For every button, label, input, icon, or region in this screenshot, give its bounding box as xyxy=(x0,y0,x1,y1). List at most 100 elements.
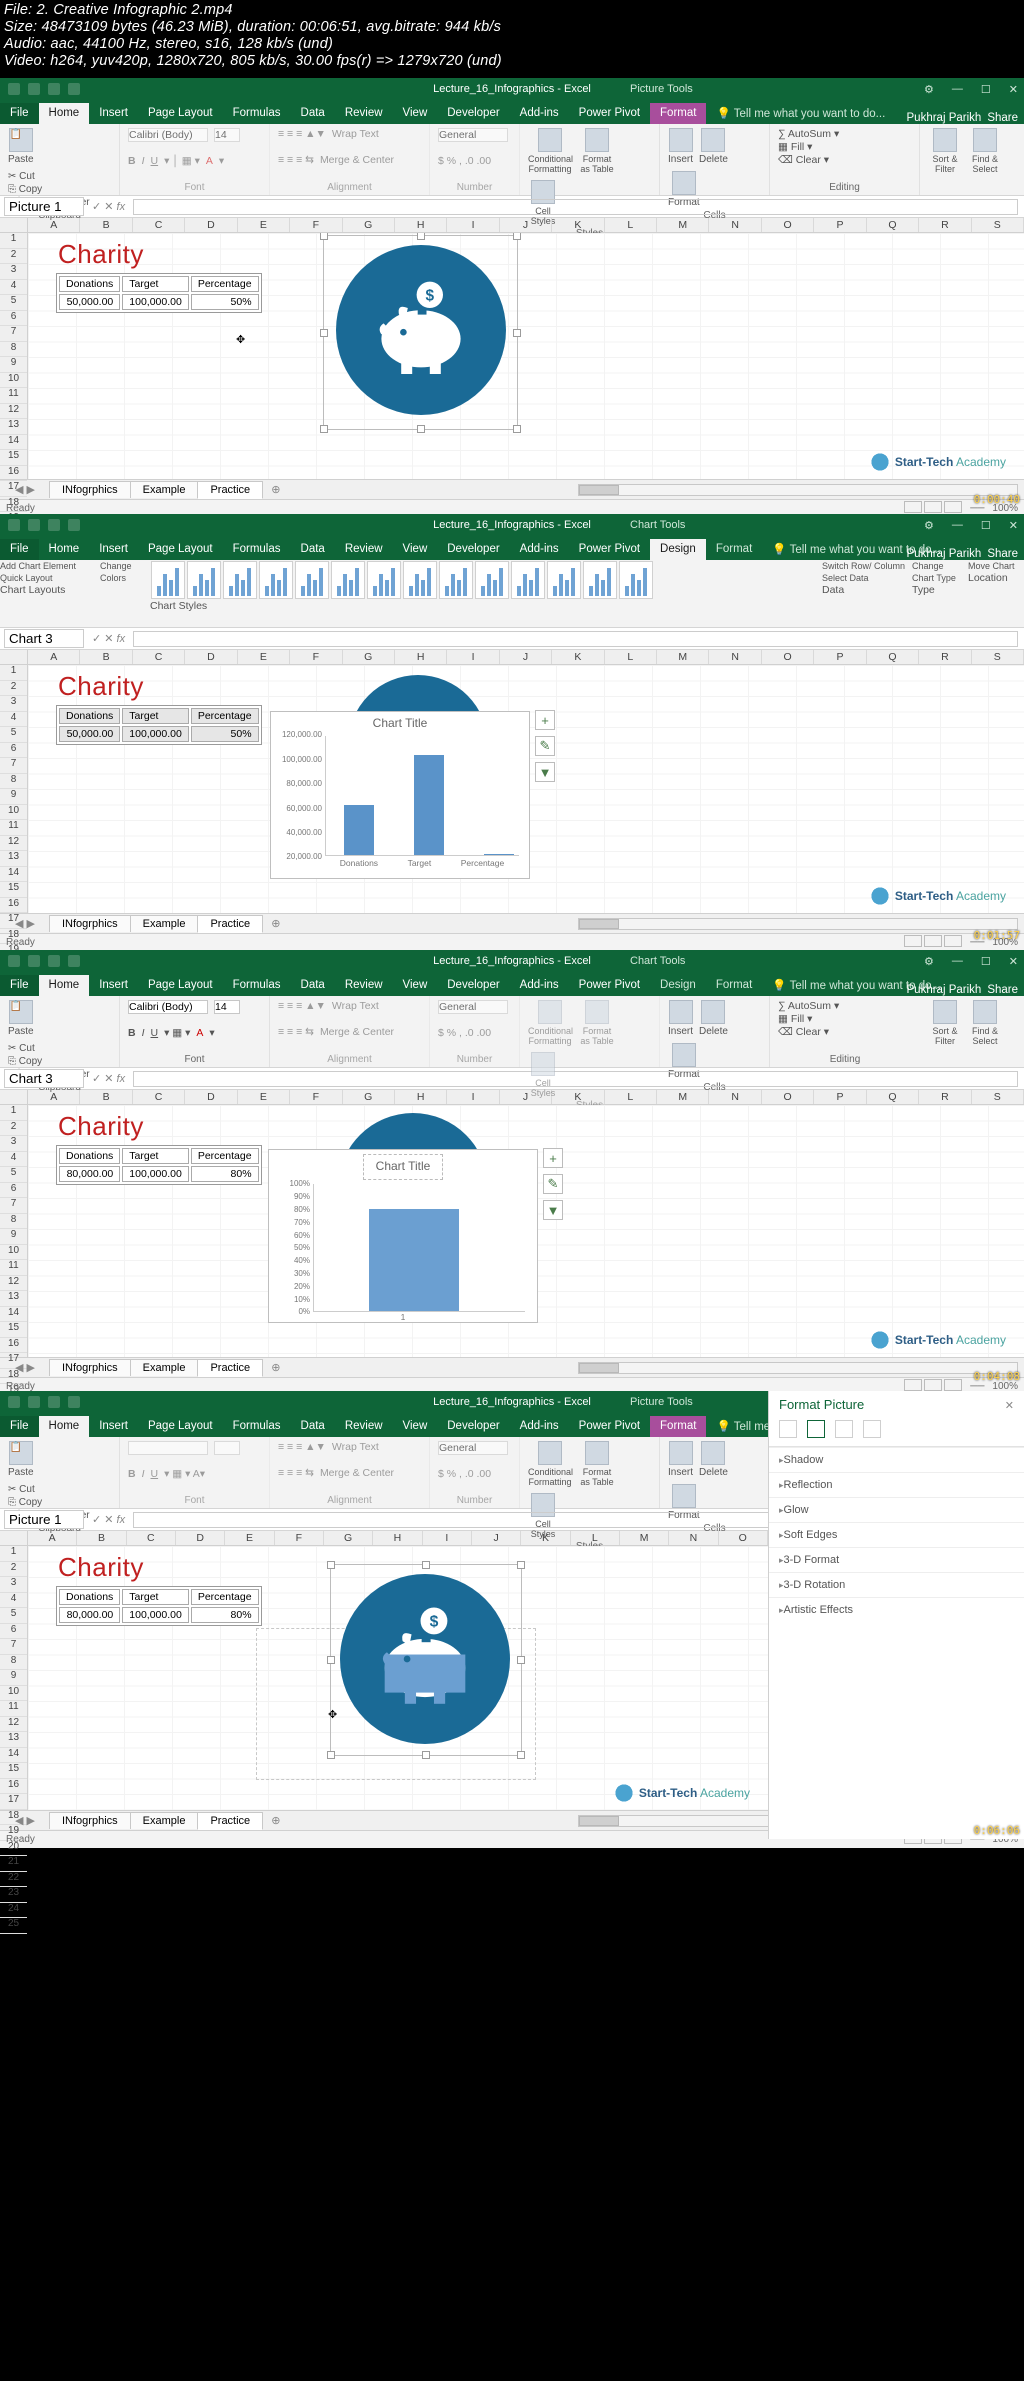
column-header[interactable]: L xyxy=(605,218,657,232)
quick-access-toolbar[interactable] xyxy=(0,83,80,95)
format-option[interactable]: Shadow xyxy=(769,1447,1024,1472)
column-header[interactable]: A xyxy=(28,1531,77,1545)
insert-cells-button[interactable]: Insert xyxy=(668,128,693,165)
row-header[interactable]: 8 xyxy=(0,1655,27,1671)
tab-design[interactable]: Design xyxy=(650,539,706,560)
format-option[interactable]: Soft Edges xyxy=(769,1522,1024,1547)
column-header[interactable]: I xyxy=(447,1090,499,1104)
delete-cells-button[interactable]: Delete xyxy=(699,128,728,165)
column-header[interactable]: I xyxy=(447,650,499,664)
chart-styles-button[interactable]: ✎ xyxy=(535,736,555,756)
column-header[interactable]: A xyxy=(28,650,80,664)
column-header[interactable]: E xyxy=(238,1090,290,1104)
row-header[interactable]: 7 xyxy=(0,1639,27,1655)
chart-style-thumb[interactable] xyxy=(475,561,509,599)
chart-style-thumb[interactable] xyxy=(583,561,617,599)
column-header[interactable]: B xyxy=(80,218,132,232)
number-format-select[interactable] xyxy=(438,128,508,142)
column-header[interactable]: J xyxy=(500,650,552,664)
spreadsheet-canvas[interactable]: Charity DonationsTargetPercentage 50,000… xyxy=(28,233,1024,479)
column-header[interactable]: M xyxy=(657,218,709,232)
row-header[interactable]: 15 xyxy=(0,882,27,898)
row-header[interactable]: 1 xyxy=(0,233,27,249)
row-header[interactable]: 4 xyxy=(0,1152,27,1168)
tab-addins[interactable]: Add-ins xyxy=(510,103,569,124)
column-header[interactable]: J xyxy=(500,218,552,232)
spreadsheet-canvas[interactable]: Charity DonationsTargetPercentage 50,000… xyxy=(28,665,1024,913)
window-controls[interactable]: ⚙—☐✕ xyxy=(924,519,1018,532)
conditional-formatting-button[interactable]: Conditional Formatting xyxy=(528,128,572,174)
row-header[interactable]: 5 xyxy=(0,1608,27,1624)
sheet-tab-infographics[interactable]: INfogrphics xyxy=(49,481,131,498)
font-family-select[interactable] xyxy=(128,128,208,142)
cut-button[interactable]: ✂ Cut xyxy=(8,171,90,182)
chart-style-thumb[interactable] xyxy=(295,561,329,599)
tab-home[interactable]: Home xyxy=(39,103,90,124)
chart-style-thumb[interactable] xyxy=(619,561,653,599)
row-header[interactable]: 15 xyxy=(0,1322,27,1338)
find-select-button[interactable]: Find & Select xyxy=(968,128,1002,174)
row-headers[interactable]: 1234567891011121314151617181920212223 xyxy=(0,233,28,479)
row-header[interactable]: 13 xyxy=(0,1291,27,1307)
data-table[interactable]: DonationsTargetPercentage 50,000.00100,0… xyxy=(56,705,262,745)
column-header[interactable]: D xyxy=(185,1090,237,1104)
column-header[interactable]: M xyxy=(620,1531,669,1545)
merge-center-button[interactable]: Merge & Center xyxy=(320,154,394,166)
share-button[interactable]: Share xyxy=(987,112,1018,124)
row-header[interactable]: 10 xyxy=(0,373,27,389)
row-header[interactable]: 3 xyxy=(0,1577,27,1593)
tab-formulas[interactable]: Formulas xyxy=(223,103,291,124)
column-header[interactable]: Q xyxy=(867,650,919,664)
row-header[interactable]: 12 xyxy=(0,836,27,852)
picture-icon[interactable] xyxy=(863,1420,881,1438)
column-header[interactable]: H xyxy=(395,650,447,664)
row-header[interactable]: 7 xyxy=(0,326,27,342)
chart-style-thumb[interactable] xyxy=(259,561,293,599)
row-header[interactable]: 2 xyxy=(0,1562,27,1578)
row-header[interactable]: 4 xyxy=(0,1593,27,1609)
window-controls[interactable]: ⚙—☐✕ xyxy=(924,83,1018,96)
column-header[interactable]: N xyxy=(669,1531,718,1545)
change-chart-type-button[interactable]: Change Chart Type xyxy=(912,560,968,584)
sheet-tab-practice[interactable]: Practice xyxy=(197,481,263,499)
column-header[interactable]: O xyxy=(762,1090,814,1104)
row-header[interactable]: 12 xyxy=(0,1717,27,1733)
column-header[interactable]: F xyxy=(290,1090,342,1104)
formula-bar[interactable] xyxy=(133,631,1018,647)
row-header[interactable]: 1 xyxy=(0,665,27,681)
row-header[interactable]: 8 xyxy=(0,342,27,358)
row-header[interactable]: 9 xyxy=(0,1670,27,1686)
row-header[interactable]: 23 xyxy=(0,1887,27,1903)
row-header[interactable]: 16 xyxy=(0,1338,27,1354)
quick-access-toolbar[interactable] xyxy=(0,519,80,531)
row-header[interactable]: 6 xyxy=(0,311,27,327)
row-header[interactable]: 24 xyxy=(0,1903,27,1919)
row-header[interactable]: 6 xyxy=(0,743,27,759)
chart-filters-button[interactable]: ▼ xyxy=(535,762,555,782)
clear-button[interactable]: ⌫ Clear ▾ xyxy=(778,154,829,166)
move-chart-button[interactable]: Move Chart xyxy=(968,560,1024,572)
tab-format[interactable]: Format xyxy=(706,539,762,560)
column-header[interactable]: L xyxy=(571,1531,620,1545)
fx-icon[interactable]: ✓ ✕ fx xyxy=(84,200,133,213)
sheet-tab-example[interactable]: Example xyxy=(130,481,199,498)
column-header[interactable]: M xyxy=(657,650,709,664)
name-box[interactable] xyxy=(4,197,84,216)
column-header[interactable]: A xyxy=(28,1090,80,1104)
bar-target[interactable] xyxy=(414,755,444,855)
ribbon-tabs[interactable]: File Home Insert Page Layout Formulas Da… xyxy=(0,100,1024,124)
row-header[interactable]: 25 xyxy=(0,1918,27,1934)
format-picture-pane[interactable]: Format Picture ✕ ShadowReflectionGlowSof… xyxy=(768,1391,1024,1839)
data-table[interactable]: DonationsTargetPercentage 50,000.00100,0… xyxy=(56,273,262,313)
column-header[interactable]: I xyxy=(423,1531,472,1545)
effects-icon[interactable] xyxy=(807,1420,825,1438)
column-header[interactable]: B xyxy=(77,1531,126,1545)
row-header[interactable]: 14 xyxy=(0,867,27,883)
row-header[interactable]: 5 xyxy=(0,1167,27,1183)
row-header[interactable]: 9 xyxy=(0,789,27,805)
row-header[interactable]: 15 xyxy=(0,450,27,466)
piggy-bank-icon[interactable]: $ xyxy=(340,1574,510,1744)
row-header[interactable]: 13 xyxy=(0,419,27,435)
copy-button[interactable]: ⎘ Copy xyxy=(8,184,90,195)
column-header[interactable]: N xyxy=(709,218,761,232)
